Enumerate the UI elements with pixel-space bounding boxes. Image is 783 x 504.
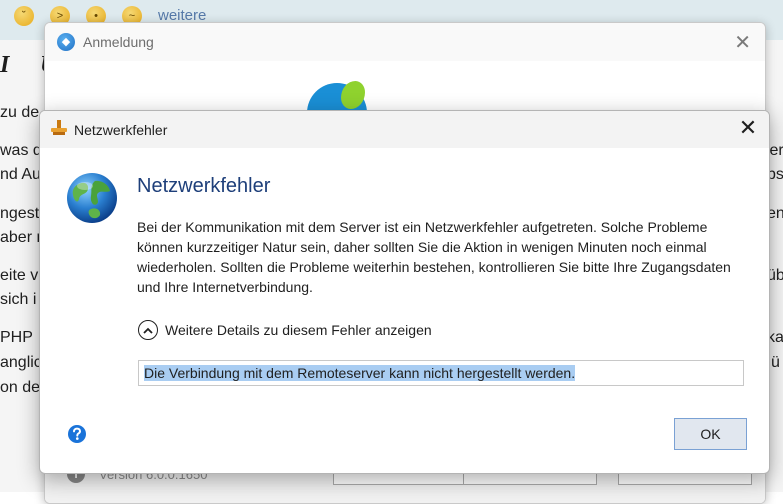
dialog-close-icon[interactable]: ✕ bbox=[737, 117, 759, 139]
anmeldung-titlebar: ◆ Anmeldung ✕ bbox=[45, 23, 765, 61]
error-message: Bei der Kommunikation mit dem Server ist… bbox=[137, 219, 731, 295]
error-details-text[interactable]: Die Verbindung mit dem Remoteserver kann… bbox=[144, 365, 576, 381]
anmeldung-close-icon[interactable]: ✕ bbox=[734, 30, 751, 55]
globe-icon bbox=[67, 173, 117, 223]
dialog-app-icon bbox=[51, 120, 67, 135]
dialog-titlebar: Netzwerkfehler ✕ bbox=[40, 111, 769, 148]
details-toggle[interactable]: Weitere Details zu diesem Fehler anzeige… bbox=[138, 320, 432, 340]
help-icon[interactable] bbox=[67, 424, 87, 444]
error-heading: Netzwerkfehler bbox=[137, 175, 271, 197]
chevron-up-icon[interactable] bbox=[138, 320, 158, 340]
dialog-title: Netzwerkfehler bbox=[74, 122, 168, 138]
anmeldung-title: Anmeldung bbox=[83, 34, 154, 50]
app-logo-icon: ◆ bbox=[57, 33, 75, 51]
details-toggle-label[interactable]: Weitere Details zu diesem Fehler anzeige… bbox=[165, 322, 432, 338]
network-error-dialog: Netzwerkfehler ✕ Netzwerkfehler Bei der … bbox=[39, 110, 770, 474]
error-details-field[interactable]: Die Verbindung mit dem Remoteserver kann… bbox=[138, 360, 744, 386]
ok-button[interactable]: OK bbox=[674, 418, 747, 450]
